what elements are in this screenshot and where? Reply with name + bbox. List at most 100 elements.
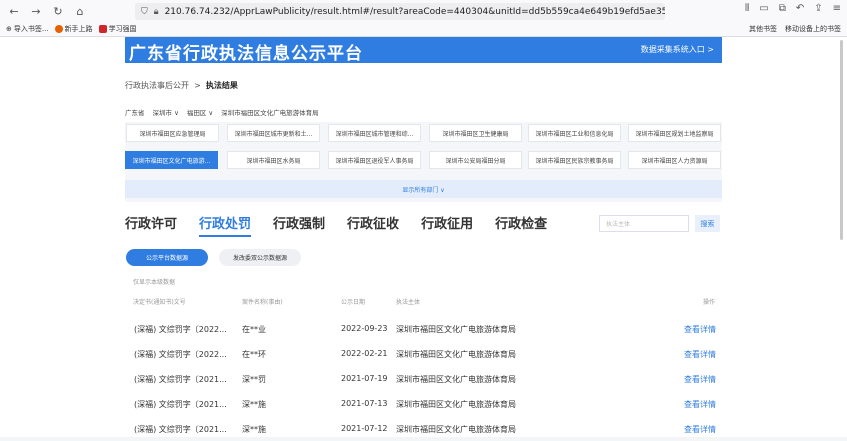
menu-icon[interactable]: ≡ <box>833 3 841 14</box>
import-icon: ⊕ <box>6 25 12 33</box>
cell-agency: 深圳市福田区文化广电旅游体育局 <box>396 325 516 334</box>
dept-item[interactable]: 深圳市福田区民族宗教事务局 <box>528 151 621 169</box>
area-city[interactable]: 深圳市 ∨ <box>153 107 179 117</box>
sidebar-icon[interactable]: ▭ <box>759 3 768 14</box>
tab-levy[interactable]: 行政征收 <box>347 213 399 237</box>
xuexi-icon <box>98 25 107 33</box>
undo-icon[interactable]: ↶ <box>796 3 804 14</box>
cell-doc: (深福) 文综罚字〔2022... <box>134 325 227 334</box>
level-note: 仅显示本级数据 <box>133 279 176 286</box>
firefox-icon <box>54 25 63 33</box>
cell-case: 深**施 <box>242 425 266 434</box>
cell-agency: 深圳市福田区文化广电旅游体育局 <box>396 350 516 359</box>
view-detail-link[interactable]: 查看详情 <box>684 424 716 435</box>
tab-inspection[interactable]: 行政检查 <box>495 213 547 237</box>
cell-doc: (深福) 文综罚字〔2021... <box>134 425 227 434</box>
cell-case: 深**罚 <box>242 375 266 384</box>
bookmark-xuexi[interactable]: 学习强国 <box>98 24 137 34</box>
share-icon[interactable]: ⇪ <box>814 3 822 14</box>
dept-item[interactable]: 深圳市福田区工业和信息化局 <box>528 124 621 142</box>
extensions-icon[interactable]: ⧉ <box>779 3 786 14</box>
url-text: 210.76.74.232/ApprLawPublicity/result.ht… <box>164 6 665 17</box>
area-province[interactable]: 广东省 <box>125 107 145 117</box>
left-margin <box>0 37 125 437</box>
category-tabs: 行政许可 行政处罚 行政强制 行政征收 行政征用 行政检查 <box>125 213 569 237</box>
table-row: (深福) 文综罚字〔2021... 深**施 2021-07-12 深圳市福田区… <box>125 416 722 441</box>
view-detail-link[interactable]: 查看详情 <box>684 324 716 335</box>
dept-item[interactable]: 深圳市福田区城市管理和综... <box>328 124 421 142</box>
forward-icon[interactable]: → <box>28 3 44 19</box>
breadcrumb: 行政执法事后公开 > 执法结果 <box>125 80 238 91</box>
cell-agency: 深圳市福田区文化广电旅游体育局 <box>396 425 516 434</box>
dept-item[interactable]: 深圳市福田区卫生健康局 <box>429 124 522 142</box>
breadcrumb-sep: > <box>194 81 201 90</box>
right-margin <box>722 37 847 437</box>
cell-date: 2021-07-12 <box>341 424 388 433</box>
dept-item[interactable]: 深圳市公安局福田分局 <box>429 151 522 169</box>
cell-doc: (深福) 文综罚字〔2021... <box>134 400 227 409</box>
site-title: 广东省行政执法信息公示平台 <box>129 44 363 64</box>
scrollbar[interactable] <box>840 40 843 240</box>
tab-enforcement[interactable]: 行政强制 <box>273 213 325 237</box>
table-row: (深福) 文综罚字〔2021... 深**罚 2021-07-19 深圳市福田区… <box>125 366 722 391</box>
data-entry-link[interactable]: 数据采集系统入口 > <box>641 44 714 55</box>
col-case-name: 案件名称(事由) <box>242 299 283 306</box>
cell-date: 2022-02-21 <box>341 349 388 358</box>
source-ndrc-button[interactable]: 发改委双公示数据源 <box>219 249 301 266</box>
table-row: (深福) 文综罚字〔2022... 在**环 2022-02-21 深圳市福田区… <box>125 341 722 366</box>
col-agency: 执法主体 <box>396 299 421 306</box>
tab-requisition[interactable]: 行政征用 <box>421 213 473 237</box>
dept-item[interactable]: 深圳市福田区应急管理局 <box>126 124 219 142</box>
dept-item[interactable]: 深圳市福田区规划土地监察局 <box>628 124 721 142</box>
dept-item[interactable]: 深圳市福田区退役军人事务局 <box>328 151 421 169</box>
cell-case: 在**环 <box>242 350 266 359</box>
cell-date: 2021-07-19 <box>341 374 388 383</box>
show-all-departments[interactable]: 显示所有部门 ∨ <box>125 180 722 198</box>
source-platform-button[interactable]: 公示平台数据源 <box>126 249 208 266</box>
lock-icon: 🔒︎ <box>153 6 159 17</box>
back-icon[interactable]: ← <box>6 3 22 19</box>
col-action: 操作 <box>703 299 716 306</box>
dept-item-selected[interactable]: 深圳市福田区文化广电旅游... <box>125 151 218 169</box>
cell-agency: 深圳市福田区文化广电旅游体育局 <box>396 400 516 409</box>
cell-doc: (深福) 文综罚字〔2022... <box>134 350 227 359</box>
bookmarks-bar: ⊕ 导入书签... 新手上路 学习强国 其他书签 移动设备上的书签 <box>0 22 847 37</box>
search-button[interactable]: 搜索 <box>695 215 720 232</box>
site-header: 广东省行政执法信息公示平台 数据采集系统入口 > <box>125 37 722 64</box>
bookmark-getting-started[interactable]: 新手上路 <box>54 24 93 34</box>
bookmark-import[interactable]: ⊕ 导入书签... <box>6 24 49 34</box>
browser-toolbar: ← → ↻ ⌂ ⛉ 🔒︎ 210.76.74.232/ApprLawPublic… <box>0 0 847 22</box>
tab-penalty[interactable]: 行政处罚 <box>199 213 252 237</box>
shield-icon: ⛉ <box>141 6 148 17</box>
cell-case: 深**施 <box>242 400 266 409</box>
table-row: (深福) 文综罚字〔2021... 深**施 2021-07-13 深圳市福田区… <box>125 391 722 416</box>
col-doc-number: 决定书(通知书)文号 <box>133 299 186 306</box>
col-date: 公示日期 <box>341 299 366 306</box>
breadcrumb-current: 执法结果 <box>205 81 238 90</box>
cell-case: 在**业 <box>242 325 266 334</box>
dept-item[interactable]: 深圳市福田区水务局 <box>227 151 320 169</box>
main-content: 行政执法事后公开 > 执法结果 广东省 深圳市 ∨ 福田区 ∨ 深圳市福田区文化… <box>125 63 722 437</box>
view-detail-link[interactable]: 查看详情 <box>684 374 716 385</box>
library-icon[interactable]: ⫴ <box>745 3 749 14</box>
search-input[interactable]: 执法主体 <box>599 215 689 232</box>
cell-doc: (深福) 文综罚字〔2021... <box>134 375 227 384</box>
area-district[interactable]: 福田区 ∨ <box>187 107 213 117</box>
cell-date: 2021-07-13 <box>341 399 388 408</box>
table-row: (深福) 文综罚字〔2022... 在**业 2022-09-23 深圳市福田区… <box>125 316 722 341</box>
bookmark-other[interactable]: 其他书签 <box>749 24 777 34</box>
view-detail-link[interactable]: 查看详情 <box>684 399 716 410</box>
view-detail-link[interactable]: 查看详情 <box>684 349 716 360</box>
dept-item[interactable]: 深圳市福田区城市更新和土... <box>227 124 320 142</box>
tab-license[interactable]: 行政许可 <box>125 213 177 237</box>
bookmark-mobile[interactable]: 移动设备上的书签 <box>785 24 841 34</box>
area-unit: 深圳市福田区文化广电旅游体育局 <box>221 109 319 117</box>
cell-date: 2022-09-23 <box>341 324 388 333</box>
dept-item[interactable]: 深圳市福田区人力资源局 <box>628 151 721 169</box>
area-selector: 广东省 深圳市 ∨ 福田区 ∨ 深圳市福田区文化广电旅游体育局 <box>125 107 319 117</box>
reload-icon[interactable]: ↻ <box>50 3 66 19</box>
address-bar[interactable]: ⛉ 🔒︎ 210.76.74.232/ApprLawPublicity/resu… <box>135 3 665 20</box>
cell-agency: 深圳市福田区文化广电旅游体育局 <box>396 375 516 384</box>
home-icon[interactable]: ⌂ <box>72 3 88 19</box>
breadcrumb-root[interactable]: 行政执法事后公开 <box>125 81 189 90</box>
